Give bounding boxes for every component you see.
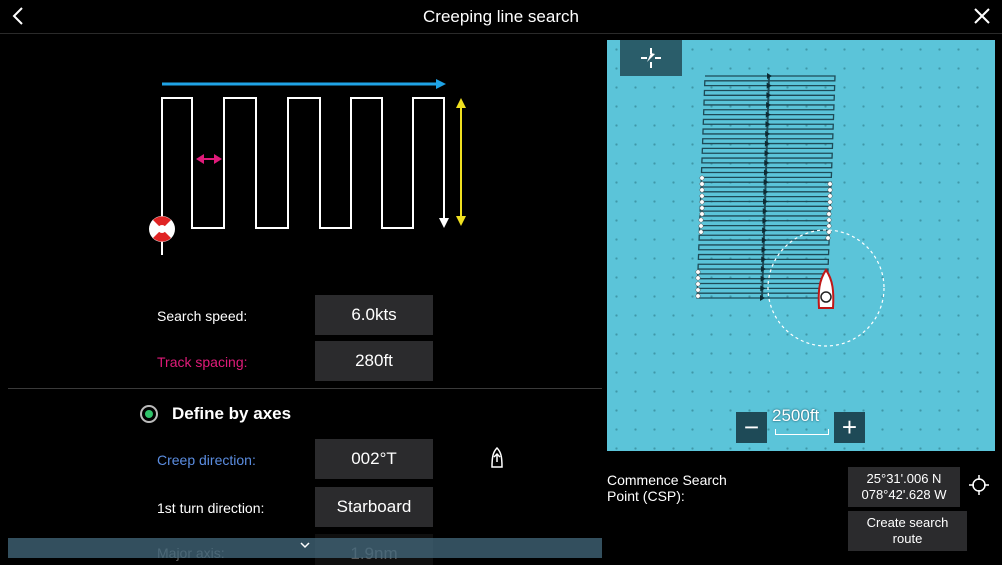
settings-panel: Search speed: 6.0kts Track spacing: 280f… xyxy=(0,34,605,565)
csp-label: Commence Search Point (CSP): xyxy=(607,472,727,504)
search-pattern-diagram xyxy=(161,79,466,255)
gps-target-icon[interactable] xyxy=(969,475,989,495)
csp-latitude: 25°31'.006 N xyxy=(866,471,942,486)
waypoint-dot xyxy=(827,181,833,187)
track-spacing-field[interactable]: 280ft xyxy=(315,341,433,381)
section-divider xyxy=(8,388,602,389)
waypoint-dot xyxy=(698,217,704,223)
chevron-down-icon xyxy=(300,542,310,549)
define-by-axes-label: Define by axes xyxy=(172,404,292,423)
zoom-out-button[interactable]: − xyxy=(736,412,767,443)
waypoint-dot xyxy=(698,223,704,229)
waypoint-dot xyxy=(695,269,701,275)
chart-map[interactable]: − 2500ft + xyxy=(607,40,995,451)
waypoint-dot xyxy=(826,223,832,229)
create-search-route-button[interactable]: Create search route xyxy=(848,511,967,551)
waypoint-dot xyxy=(826,217,832,223)
waypoint-dot xyxy=(825,235,831,241)
center-map-button[interactable] xyxy=(620,40,682,76)
title-bar: Creeping line search xyxy=(0,0,1002,34)
waypoint-dot xyxy=(699,205,705,211)
crosshair-icon xyxy=(641,48,661,68)
waypoint-dot xyxy=(827,193,833,199)
creep-direction-label: Creep direction: xyxy=(157,452,256,468)
waypoint-dot xyxy=(699,193,705,199)
scale-bar xyxy=(775,429,829,435)
waypoint-dot xyxy=(699,175,705,181)
waypoint-dot xyxy=(699,181,705,187)
boat-icon[interactable] xyxy=(490,447,504,469)
first-turn-direction-field[interactable]: Starboard xyxy=(315,487,433,527)
track-spacing-label: Track spacing: xyxy=(157,354,248,370)
waypoint-dot xyxy=(699,211,705,217)
waypoint-dot xyxy=(827,199,833,205)
waypoint-dot xyxy=(827,205,833,211)
search-speed-label: Search speed: xyxy=(157,308,248,324)
creep-direction-field[interactable]: 002°T xyxy=(315,439,433,479)
zoom-in-button[interactable]: + xyxy=(834,412,865,443)
scroll-down-hint[interactable] xyxy=(8,538,602,558)
waypoint-dot xyxy=(695,293,701,299)
waypoint-dot xyxy=(695,287,701,293)
waypoint-dot xyxy=(699,187,705,193)
search-pattern-overlay xyxy=(695,73,885,347)
waypoint-dot xyxy=(826,211,832,217)
first-turn-direction-label: 1st turn direction: xyxy=(157,500,265,516)
waypoint-dot xyxy=(827,187,833,193)
lifebuoy-icon xyxy=(149,216,175,242)
waypoint-dot xyxy=(695,281,701,287)
waypoint-dot xyxy=(698,229,704,235)
search-speed-field[interactable]: 6.0kts xyxy=(315,295,433,335)
waypoint-dot xyxy=(699,199,705,205)
waypoint-dot xyxy=(695,275,701,281)
close-icon[interactable] xyxy=(970,4,994,28)
scale-label: 2500ft xyxy=(772,406,820,425)
page-title: Creeping line search xyxy=(423,7,579,26)
csp-position-field[interactable]: 25°31'.006 N 078°42'.628 W xyxy=(848,467,960,507)
csp-longitude: 078°42'.628 W xyxy=(861,487,947,502)
define-by-axes-radio[interactable] xyxy=(140,405,158,423)
